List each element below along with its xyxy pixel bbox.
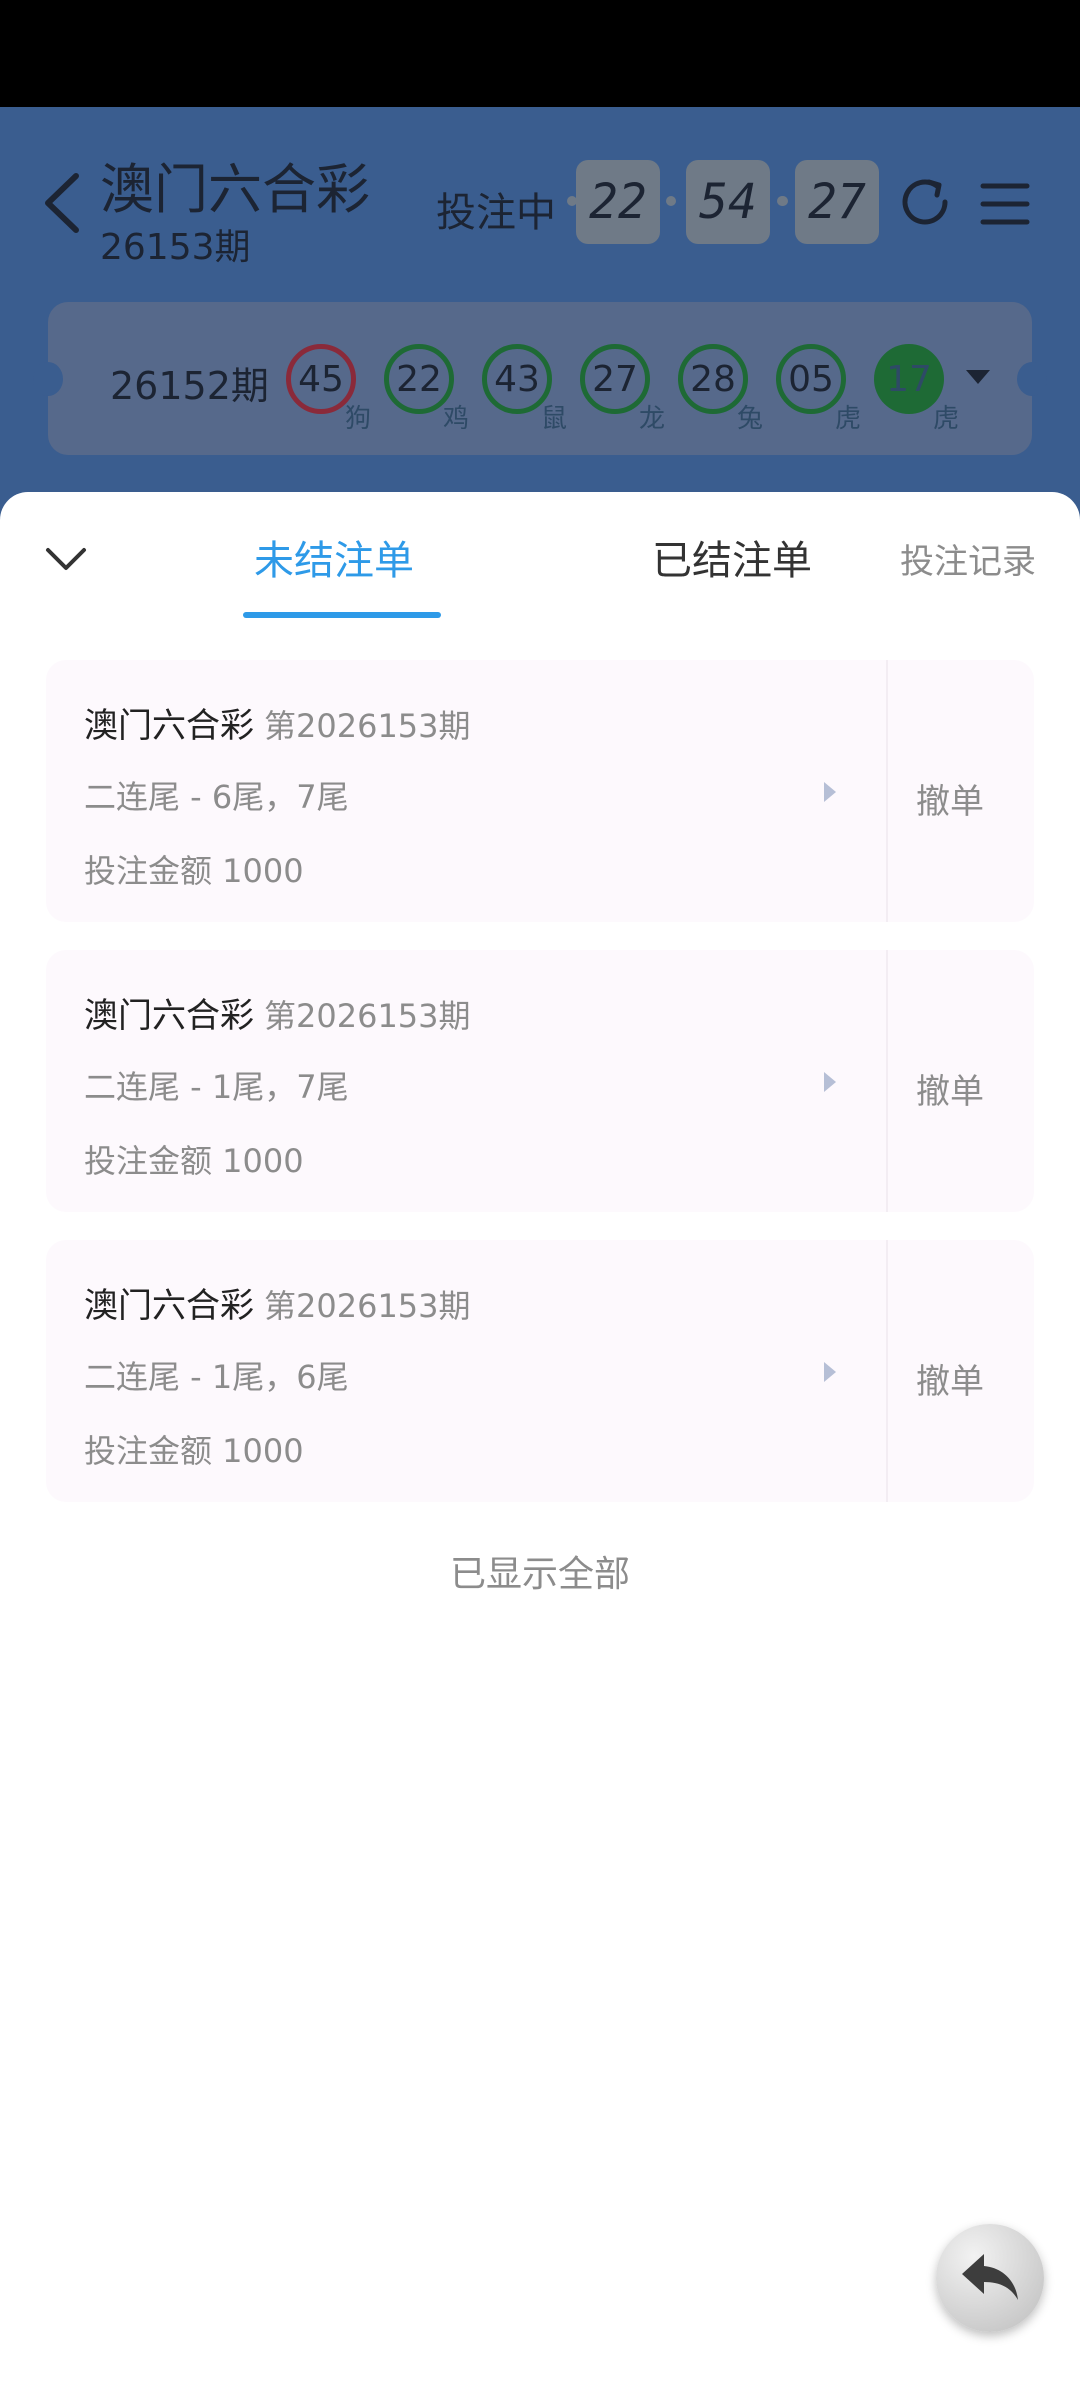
- current-issue: 26153期: [100, 227, 251, 268]
- order-game: 澳门六合彩: [84, 1286, 254, 1326]
- ball-zodiac: 龙: [639, 404, 666, 434]
- last-draw-issue: 26152期: [110, 364, 269, 408]
- caret-down-icon[interactable]: [966, 370, 990, 386]
- ball-zodiac: 虎: [933, 404, 960, 434]
- ticket-notch: [33, 362, 63, 396]
- order-description: 二连尾 - 1尾，7尾: [84, 1068, 349, 1106]
- timer-separator: [666, 196, 676, 206]
- status-bar: [0, 0, 1080, 107]
- order-title: 澳门六合彩 第2026153期: [84, 698, 471, 747]
- cancel-order-button[interactable]: 撤单: [916, 1064, 984, 1113]
- order-amount: 投注金额 1000: [84, 1432, 304, 1470]
- timer-minutes: 54: [686, 160, 770, 244]
- menu-icon[interactable]: [980, 182, 1030, 226]
- bet-status-label: 投注中: [436, 190, 556, 236]
- list-end-text: 已显示全部: [449, 1554, 630, 1595]
- order-card[interactable]: 澳门六合彩 第2026153期 二连尾 - 1尾，6尾 投注金额 1000 撤单: [46, 1240, 1034, 1502]
- order-amount: 投注金额 1000: [84, 1142, 304, 1180]
- cancel-order-button[interactable]: 撤单: [916, 774, 984, 823]
- caret-right-icon[interactable]: [822, 1070, 838, 1094]
- ball-zodiac: 鸡: [443, 404, 470, 434]
- order-game: 澳门六合彩: [84, 706, 254, 746]
- ball-zodiac: 兔: [737, 404, 764, 434]
- timer-separator: [778, 196, 788, 206]
- tab-unsettled[interactable]: 未结注单: [254, 528, 414, 586]
- back-arrow-icon[interactable]: [40, 170, 84, 236]
- caret-right-icon[interactable]: [822, 780, 838, 804]
- order-issue: 第2026153期: [264, 997, 471, 1035]
- order-description: 二连尾 - 1尾，6尾: [84, 1358, 349, 1396]
- ball-zodiac: 鼠: [541, 404, 568, 434]
- reply-arrow-icon: [962, 2254, 1018, 2300]
- ticket-notch: [1017, 362, 1047, 396]
- floating-back-button[interactable]: [936, 2224, 1044, 2332]
- page-title: 澳门六合彩: [100, 158, 370, 221]
- order-issue: 第2026153期: [264, 1287, 471, 1325]
- caret-right-icon[interactable]: [822, 1360, 838, 1384]
- ball-zodiac: 狗: [345, 404, 372, 434]
- order-description: 二连尾 - 6尾，7尾: [84, 778, 349, 816]
- order-amount: 投注金额 1000: [84, 852, 304, 890]
- ball-zodiac: 虎: [835, 404, 862, 434]
- refresh-icon[interactable]: [895, 172, 955, 232]
- timer-hours: 22: [576, 160, 660, 244]
- order-game: 澳门六合彩: [84, 996, 254, 1036]
- order-card[interactable]: 澳门六合彩 第2026153期 二连尾 - 1尾，7尾 投注金额 1000 撤单: [46, 950, 1034, 1212]
- order-issue: 第2026153期: [264, 707, 471, 745]
- order-title: 澳门六合彩 第2026153期: [84, 1278, 471, 1327]
- cancel-order-button[interactable]: 撤单: [916, 1354, 984, 1403]
- order-title: 澳门六合彩 第2026153期: [84, 988, 471, 1037]
- timer-seconds: 27: [795, 160, 879, 244]
- tab-settled[interactable]: 已结注单: [652, 528, 812, 586]
- bet-record-link[interactable]: 投注记录: [900, 534, 1036, 583]
- tab-indicator: [243, 612, 441, 618]
- order-card[interactable]: 澳门六合彩 第2026153期 二连尾 - 6尾，7尾 投注金额 1000 撤单: [46, 660, 1034, 922]
- chevron-down-icon[interactable]: [44, 544, 88, 574]
